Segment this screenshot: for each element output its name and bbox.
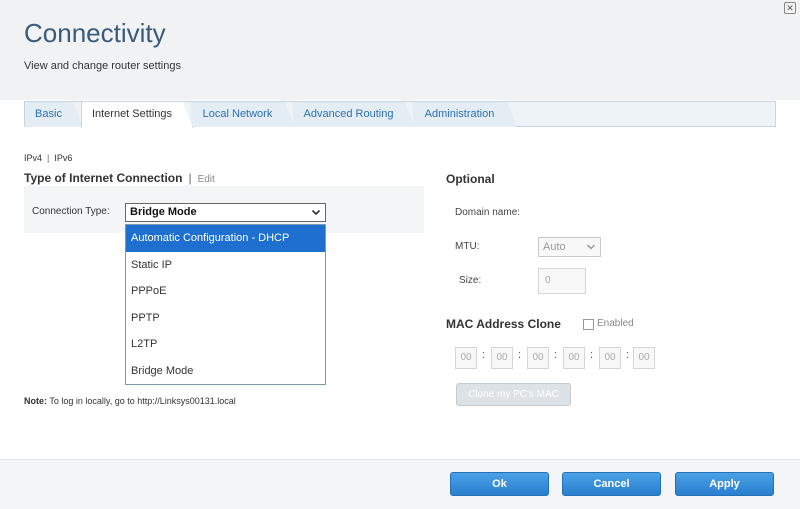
page-header: ✕ Connectivity View and change router se… [0, 0, 800, 100]
ip-version-switch: IPv4 | IPv6 [24, 153, 72, 163]
mac-separator: : [626, 349, 630, 361]
dropdown-option-pppoe[interactable]: PPPoE [126, 278, 325, 305]
mac-octet-field[interactable]: 00 [599, 347, 621, 369]
domain-name-label: Domain name: [455, 207, 521, 218]
title-separator: | [188, 171, 192, 185]
enabled-checkbox[interactable] [583, 319, 594, 330]
connection-type-value: Bridge Mode [130, 206, 197, 218]
tab-local-network[interactable]: Local Network [191, 102, 295, 127]
ok-button[interactable]: Ok [450, 472, 549, 496]
mac-octet-field[interactable]: 00 [633, 347, 655, 369]
page-subtitle: View and change router settings [24, 60, 181, 72]
enabled-label: Enabled [597, 318, 634, 329]
size-input[interactable]: 0 [538, 268, 586, 294]
tab-administration[interactable]: Administration [413, 102, 517, 127]
mtu-label: MTU: [455, 241, 480, 252]
mtu-select[interactable]: Auto [538, 237, 601, 257]
note-text: To log in locally, go to http://Linksys0… [47, 396, 236, 406]
connection-section-title: Type of Internet Connection | Edit [24, 171, 215, 185]
dropdown-option-l2tp[interactable]: L2TP [126, 331, 325, 358]
dropdown-option-bridge-mode[interactable]: Bridge Mode [126, 358, 325, 385]
mac-separator: : [590, 349, 594, 361]
page-title: Connectivity [24, 18, 166, 48]
dropdown-option-pptp[interactable]: PPTP [126, 305, 325, 332]
close-icon[interactable]: ✕ [784, 2, 796, 14]
apply-button[interactable]: Apply [675, 472, 774, 496]
ipv4-link[interactable]: IPv4 [24, 153, 42, 163]
mac-octet-field[interactable]: 00 [563, 347, 585, 369]
mac-separator: : [482, 349, 486, 361]
tab-bar: Basic Internet Settings Local Network Ad… [24, 101, 776, 127]
chevron-down-icon [586, 238, 596, 263]
mac-clone-title: MAC Address Clone [446, 317, 561, 331]
mac-separator: : [554, 349, 558, 361]
note-prefix: Note: [24, 396, 47, 406]
connection-type-select[interactable]: Bridge Mode [125, 203, 326, 222]
clone-mac-button[interactable]: Clone my PC's MAC [456, 383, 571, 406]
mtu-value: Auto [543, 241, 566, 253]
local-login-note: Note: To log in locally, go to http://Li… [24, 396, 236, 406]
tab-basic[interactable]: Basic [25, 102, 83, 127]
mac-octet-field[interactable]: 00 [527, 347, 549, 369]
cancel-button[interactable]: Cancel [562, 472, 661, 496]
mac-octet-field[interactable]: 00 [491, 347, 513, 369]
ip-version-separator: | [47, 153, 50, 163]
connection-type-dropdown: Automatic Configuration - DHCP Static IP… [125, 224, 326, 385]
mac-separator: : [518, 349, 522, 361]
tab-internet-settings[interactable]: Internet Settings [81, 102, 193, 128]
connection-type-label: Connection Type: [32, 206, 110, 217]
connection-title-text: Type of Internet Connection [24, 171, 183, 185]
edit-link[interactable]: Edit [198, 174, 215, 185]
tab-advanced-routing[interactable]: Advanced Routing [293, 102, 415, 127]
dropdown-option-dhcp[interactable]: Automatic Configuration - DHCP [126, 225, 325, 252]
ipv6-link[interactable]: IPv6 [54, 153, 72, 163]
optional-section-title: Optional [446, 172, 495, 186]
dropdown-option-static-ip[interactable]: Static IP [126, 252, 325, 279]
mac-octet-field[interactable]: 00 [455, 347, 477, 369]
size-label: Size: [459, 275, 482, 286]
